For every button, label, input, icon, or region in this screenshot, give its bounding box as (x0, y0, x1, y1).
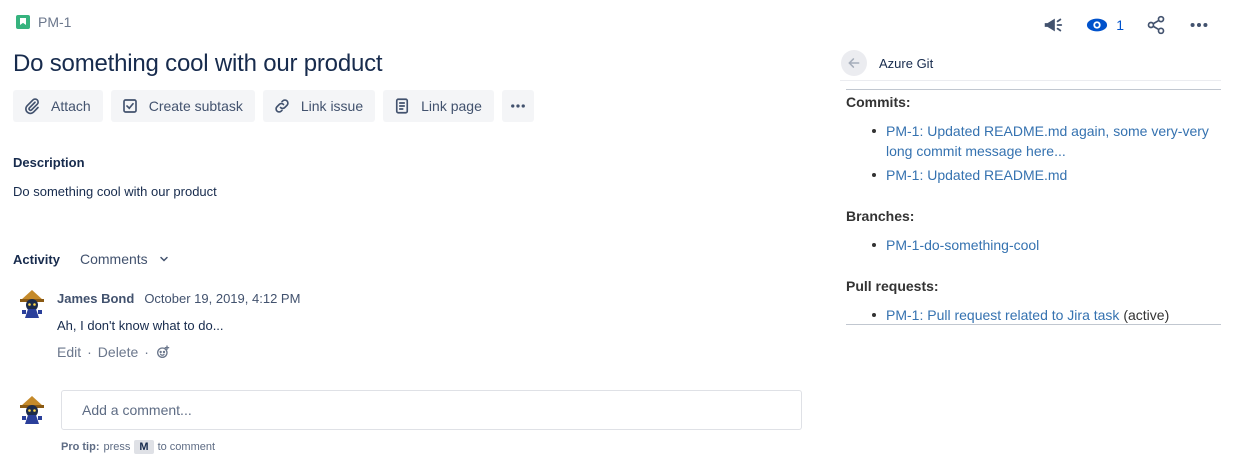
commit-link[interactable]: PM-1: Updated README.md (886, 167, 1067, 183)
branches-list: PM-1-do-something-cool (870, 235, 1210, 259)
pro-tip: Pro tip: press M to comment (61, 440, 215, 454)
avatar[interactable] (16, 288, 48, 320)
more-icon[interactable] (1188, 14, 1210, 36)
list-item: PM-1: Pull request related to Jira task … (870, 305, 1210, 325)
list-item: PM-1-do-something-cool (870, 235, 1210, 255)
activity-filter-label: Comments (79, 251, 148, 267)
link-issue-label: Link issue (300, 98, 364, 114)
watch-button[interactable]: 1 (1086, 17, 1124, 33)
panel-header: Azure Git (841, 50, 1221, 76)
link-icon (275, 99, 289, 113)
issue-breadcrumb: PM-1 (16, 14, 71, 30)
issue-action-bar: Attach Create subtask Link issue Link pa… (13, 90, 534, 122)
pull-requests-heading: Pull requests: (846, 278, 939, 294)
description-heading: Description (13, 155, 85, 170)
create-subtask-button[interactable]: Create subtask (110, 90, 255, 122)
comment-timestamp[interactable]: October 19, 2019, 4:12 PM (144, 291, 300, 306)
issue-key-link[interactable]: PM-1 (38, 14, 71, 30)
panel-title: Azure Git (879, 55, 934, 71)
add-comment-placeholder: Add a comment... (82, 402, 192, 418)
commits-heading: Commits: (846, 94, 911, 110)
activity-heading: Activity (13, 251, 60, 267)
pro-tip-label: Pro tip: (61, 441, 100, 453)
pull-requests-list: PM-1: Pull request related to Jira task … (870, 305, 1210, 329)
shortcut-key: M (134, 440, 154, 454)
eye-icon (1087, 18, 1108, 32)
pro-tip-suffix: to comment (157, 441, 216, 453)
comment-body: Ah, I don't know what to do... (57, 318, 224, 333)
comment-actions: Edit · Delete · (57, 344, 171, 360)
more-actions-button[interactable] (501, 90, 534, 122)
description-text[interactable]: Do something cool with our product (13, 184, 217, 199)
separator-dot: · (144, 344, 149, 360)
chevron-down-icon (159, 256, 168, 262)
attach-label: Attach (51, 98, 91, 114)
add-comment-input[interactable]: Add a comment... (61, 390, 802, 430)
activity-bar: Activity Comments (13, 251, 170, 267)
branch-link[interactable]: PM-1-do-something-cool (886, 237, 1039, 253)
list-item: PM-1: Updated README.md again, some very… (870, 121, 1210, 161)
link-page-button[interactable]: Link page (383, 90, 494, 122)
page-icon (396, 98, 409, 114)
pull-request-status: (active) (1123, 307, 1170, 323)
issue-toolbar: 1 (1042, 14, 1210, 36)
commit-link[interactable]: PM-1: Updated README.md again, some very… (886, 123, 1209, 159)
pull-request-link[interactable]: PM-1: Pull request related to Jira task (886, 307, 1119, 323)
more-icon (510, 104, 525, 108)
commits-list: PM-1: Updated README.md again, some very… (870, 121, 1210, 189)
subtask-icon (122, 99, 137, 113)
divider (846, 89, 1221, 90)
paperclip-icon (25, 98, 39, 115)
add-reaction-icon[interactable] (155, 344, 171, 360)
activity-filter-dropdown[interactable]: Comments (80, 251, 170, 267)
link-issue-button[interactable]: Link issue (262, 90, 376, 122)
current-user-avatar[interactable] (16, 394, 48, 426)
arrow-left-icon (848, 58, 860, 68)
share-icon[interactable] (1146, 15, 1166, 35)
link-page-label: Link page (421, 98, 482, 114)
pro-tip-press: press (103, 441, 131, 453)
watch-count: 1 (1116, 17, 1124, 33)
comment-author[interactable]: James Bond (57, 291, 134, 306)
issue-title[interactable]: Do something cool with our product (13, 50, 383, 78)
divider (840, 80, 1221, 81)
megaphone-icon[interactable] (1042, 14, 1064, 36)
branches-heading: Branches: (846, 208, 915, 224)
divider (846, 324, 1221, 325)
edit-comment-link[interactable]: Edit (57, 344, 81, 360)
separator-dot: · (87, 344, 92, 360)
create-subtask-label: Create subtask (148, 98, 243, 114)
comment-header: James Bond October 19, 2019, 4:12 PM (57, 291, 300, 306)
delete-comment-link[interactable]: Delete (98, 344, 138, 360)
back-button[interactable] (841, 50, 867, 76)
story-icon (16, 15, 30, 29)
attach-button[interactable]: Attach (13, 90, 103, 122)
list-item: PM-1: Updated README.md (870, 165, 1210, 185)
